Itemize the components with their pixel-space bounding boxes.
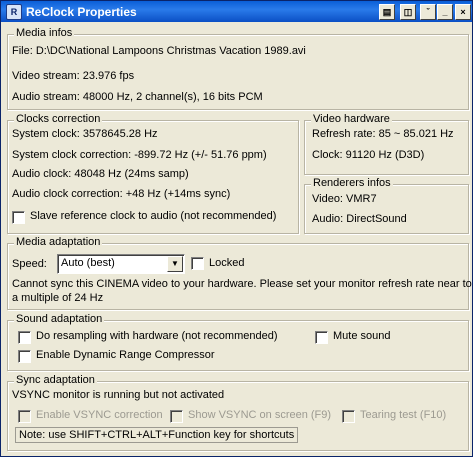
- title-bar[interactable]: R ReClock Properties ▤ ◫ ˇ _ ×: [1, 1, 472, 22]
- close-button[interactable]: ×: [455, 4, 471, 20]
- locked-label[interactable]: Locked: [209, 257, 244, 269]
- speed-label: Speed:: [12, 258, 47, 270]
- minimize-button[interactable]: _: [437, 4, 453, 20]
- system-clock-correction-text: System clock correction: -899.72 Hz (+/-…: [12, 149, 267, 161]
- chevron-down-icon[interactable]: ▼: [167, 256, 183, 272]
- hardware-resampling-label[interactable]: Do resampling with hardware (not recomme…: [36, 330, 278, 342]
- video-hardware-group: Video hardware Refresh rate: 85 ~ 85.021…: [304, 113, 469, 175]
- system-clock-text: System clock: 3578645.28 Hz: [12, 128, 158, 140]
- clocks-correction-group: Clocks correction System clock: 3578645.…: [7, 113, 299, 234]
- locked-checkbox[interactable]: [191, 257, 204, 270]
- window-title: ReClock Properties: [26, 5, 137, 19]
- audio-renderer-text: Audio: DirectSound: [312, 213, 407, 225]
- tearing-test-checkbox[interactable]: [342, 410, 355, 423]
- sound-adaptation-group: Sound adaptation Do resampling with hard…: [7, 313, 469, 371]
- file-path-text: File: D:\DC\National Lampoons Christmas …: [12, 45, 306, 57]
- tearing-test-label[interactable]: Tearing test (F10): [360, 409, 446, 421]
- mute-sound-checkbox[interactable]: [315, 331, 328, 344]
- hardware-resampling-checkbox[interactable]: [18, 331, 31, 344]
- show-vsync-checkbox[interactable]: [170, 410, 183, 423]
- window-list-icon[interactable]: ▤: [379, 4, 395, 20]
- video-stream-text: Video stream: 23.976 fps: [12, 70, 135, 82]
- sync-warning-line-2: a multiple of 24 Hz: [12, 292, 104, 304]
- video-clock-text: Clock: 91120 Hz (D3D): [312, 149, 425, 161]
- media-infos-group: Media infos File: D:\DC\National Lampoon…: [7, 27, 469, 110]
- sync-adaptation-group: Sync adaptation VSYNC monitor is running…: [7, 374, 469, 451]
- media-adaptation-legend: Media adaptation: [14, 236, 103, 248]
- speed-select[interactable]: Auto (best) ▼: [57, 254, 185, 274]
- audio-clock-text: Audio clock: 48048 Hz (24ms samp): [12, 168, 189, 180]
- vsync-status-text: VSYNC monitor is running but not activat…: [12, 389, 225, 401]
- refresh-rate-text: Refresh rate: 85 ~ 85.021 Hz: [312, 128, 454, 140]
- clocks-correction-legend: Clocks correction: [14, 113, 103, 125]
- speed-select-value: Auto (best): [61, 257, 115, 269]
- video-renderer-text: Video: VMR7: [312, 193, 377, 205]
- mute-sound-label[interactable]: Mute sound: [333, 330, 390, 342]
- window-settings-icon[interactable]: ◫: [400, 4, 416, 20]
- drc-label[interactable]: Enable Dynamic Range Compressor: [36, 349, 215, 361]
- media-adaptation-group: Media adaptation Speed: Auto (best) ▼ Lo…: [7, 236, 472, 310]
- renderers-infos-legend: Renderers infos: [311, 177, 393, 189]
- audio-stream-text: Audio stream: 48000 Hz, 2 channel(s), 16…: [12, 91, 263, 103]
- reclock-app-icon: R: [6, 4, 22, 20]
- enable-vsync-label[interactable]: Enable VSYNC correction: [36, 409, 163, 421]
- reclock-properties-window: R ReClock Properties ▤ ◫ ˇ _ × Media inf…: [0, 0, 473, 457]
- show-vsync-label[interactable]: Show VSYNC on screen (F9): [188, 409, 331, 421]
- audio-clock-correction-text: Audio clock correction: +48 Hz (+14ms sy…: [12, 188, 231, 200]
- drc-checkbox[interactable]: [18, 350, 31, 363]
- sync-warning-line-1: Cannot sync this CINEMA video to your ha…: [12, 278, 472, 290]
- slave-clock-label[interactable]: Slave reference clock to audio (not reco…: [30, 210, 276, 222]
- slave-clock-checkbox[interactable]: [12, 211, 25, 224]
- help-button[interactable]: ˇ: [420, 4, 436, 20]
- media-infos-legend: Media infos: [14, 27, 75, 39]
- video-hardware-legend: Video hardware: [311, 113, 392, 125]
- renderers-infos-group: Renderers infos Video: VMR7 Audio: Direc…: [304, 177, 469, 234]
- sound-adaptation-legend: Sound adaptation: [14, 313, 105, 325]
- sync-adaptation-legend: Sync adaptation: [14, 374, 97, 386]
- enable-vsync-checkbox[interactable]: [18, 410, 31, 423]
- shortcut-note: Note: use SHIFT+CTRL+ALT+Function key fo…: [15, 427, 299, 443]
